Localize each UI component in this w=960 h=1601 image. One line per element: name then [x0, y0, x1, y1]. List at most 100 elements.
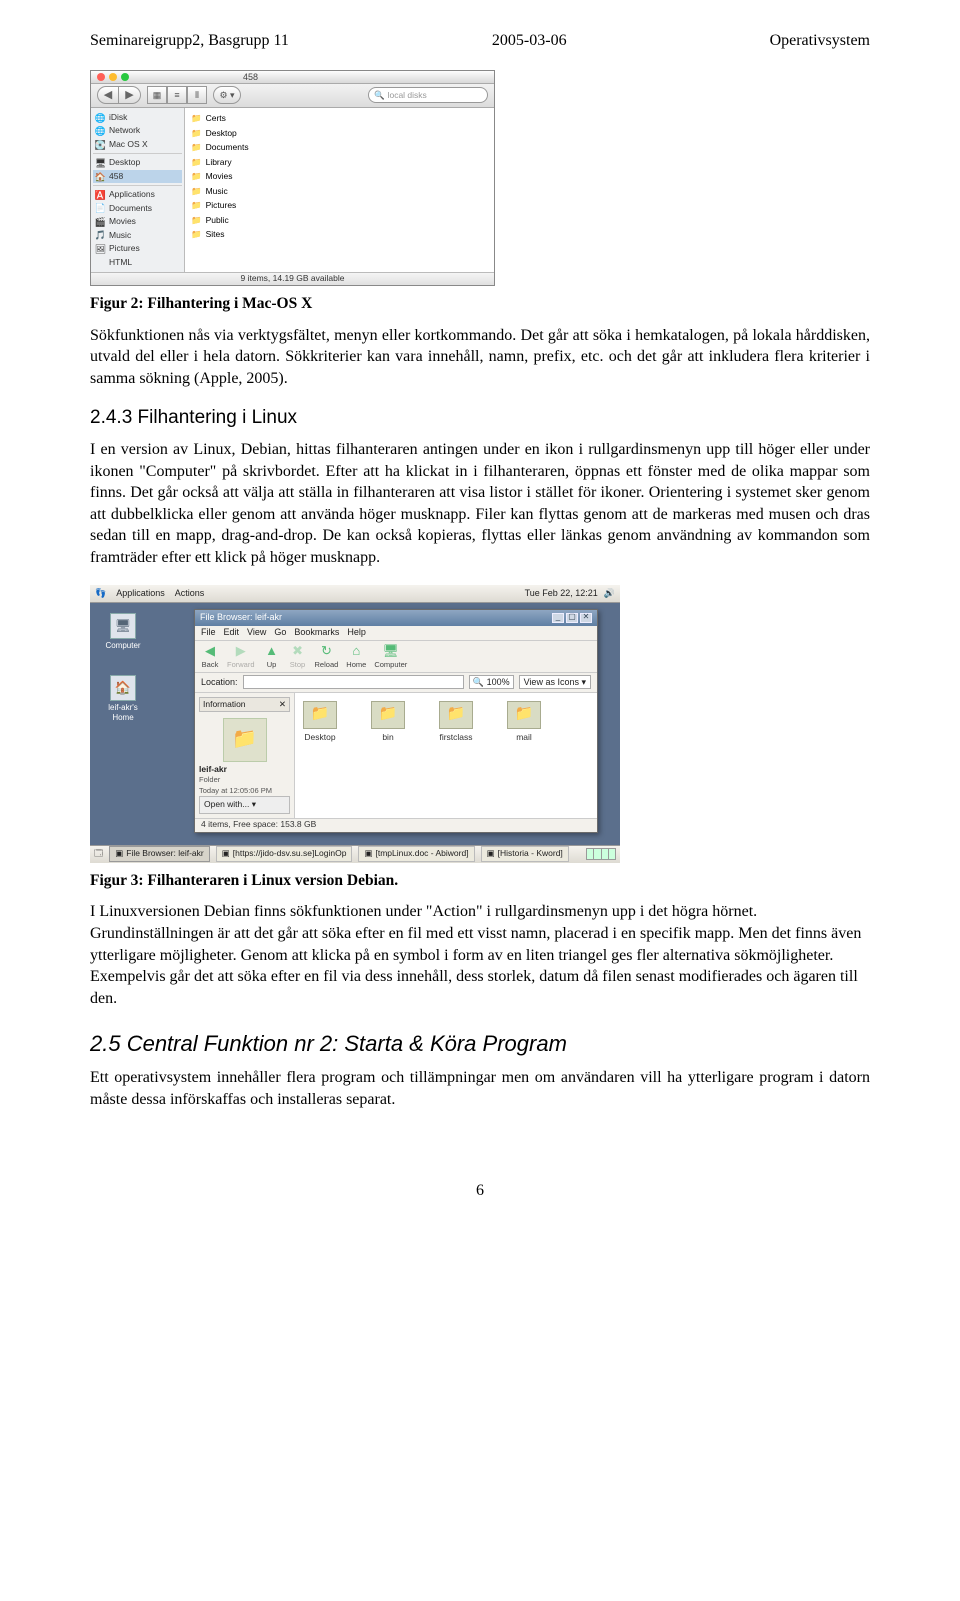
nautilus-statusbar: 4 items, Free space: 153.8 GB	[195, 818, 597, 832]
sidebar-icon: 🏠	[95, 171, 106, 182]
window-title: File Browser: leif-akr	[200, 611, 282, 623]
panel-menu-actions[interactable]: Actions	[175, 587, 205, 599]
folder-item-label: Public	[206, 215, 229, 226]
zoom-icon[interactable]	[121, 73, 129, 81]
forward-button[interactable]: ▶	[119, 86, 141, 104]
folder-item[interactable]: 📁Public	[191, 213, 488, 227]
file-item[interactable]: 📁mail	[507, 701, 541, 743]
action-menu[interactable]: ⚙ ▾	[213, 86, 241, 104]
sidebar-icon: 🌐	[95, 126, 106, 137]
figure-mac-finder: 458 ◀ ▶ ▦ ≡ ⫴ ⚙ ▾ 🔍 local disks 🌐iDisk🌐N…	[90, 70, 495, 286]
sidebar-item[interactable]: HTML	[93, 256, 182, 269]
sidepane-tab[interactable]: Information✕	[199, 697, 290, 712]
close-icon[interactable]	[97, 73, 105, 81]
folder-item[interactable]: 📁 Pictures	[191, 199, 488, 213]
volume-icon[interactable]: 🔊	[604, 587, 615, 599]
sidebar-item-label: HTML	[109, 257, 132, 268]
folder-item-label: Pictures	[206, 200, 237, 211]
folder-item[interactable]: 📁Movies	[191, 170, 488, 184]
folder-icon: 📁	[223, 718, 267, 762]
taskbar-entry[interactable]: ▣[tmpLinux.doc - Abiword]	[358, 846, 474, 861]
sidebar-item[interactable]: 🖥Desktop	[93, 156, 182, 169]
folder-icon: 📁	[191, 113, 202, 124]
sidebar-item[interactable]: 💽Mac OS X	[93, 138, 182, 151]
nautilus-iconview: 📁Desktop📁bin📁firstclass📁mail	[295, 693, 597, 818]
file-item[interactable]: 📁Desktop	[303, 701, 337, 743]
toolbar-button-back[interactable]: ◀Back	[201, 641, 219, 670]
folder-item[interactable]: 📁Sites	[191, 228, 488, 242]
view-cols-icon[interactable]: ⫴	[187, 86, 207, 104]
toolbar-button-home[interactable]: ⌂Home	[346, 641, 366, 670]
view-icons-icon[interactable]: ▦	[147, 86, 167, 104]
mac-toolbar: ◀ ▶ ▦ ≡ ⫴ ⚙ ▾ 🔍 local disks	[91, 84, 494, 108]
menu-item[interactable]: Help	[347, 626, 366, 638]
toolbar-button-label: Computer	[374, 660, 407, 670]
sidebar-item-label: iDisk	[109, 112, 127, 123]
sidebar-icon	[95, 257, 106, 268]
file-item[interactable]: 📁firstclass	[439, 701, 473, 743]
toolbar-button-label: Reload	[315, 660, 339, 670]
sidebar-item[interactable]: 📄Documents	[93, 202, 182, 215]
window-icon: ▣	[487, 848, 495, 859]
sidebar-icon: 💽	[95, 139, 106, 150]
folder-item[interactable]: 📁Documents	[191, 141, 488, 155]
desktop-icon-home[interactable]: 🏠 leif-akr's Home	[98, 675, 148, 725]
folder-item-label: Movies	[206, 171, 233, 182]
menu-item[interactable]: Bookmarks	[294, 626, 339, 638]
menu-item[interactable]: Go	[274, 626, 286, 638]
view-list-icon[interactable]: ≡	[167, 86, 187, 104]
panel-menu-applications[interactable]: Applications	[116, 587, 165, 599]
minimize-icon[interactable]	[109, 73, 117, 81]
folder-icon: 📁	[303, 701, 337, 729]
view-segmented[interactable]: ▦ ≡ ⫴	[147, 86, 207, 104]
show-desktop-icon[interactable]: 🗔	[94, 848, 103, 859]
search-input[interactable]: 🔍 local disks	[368, 87, 488, 103]
desktop-icon-label: leif-akr's Home	[98, 703, 148, 725]
folder-item[interactable]: 📁Desktop	[191, 126, 488, 140]
folder-icon: 📁	[191, 200, 202, 211]
sidebar-item[interactable]: 🖼Pictures	[93, 242, 182, 255]
folder-item[interactable]: 📁Library	[191, 155, 488, 169]
menu-item[interactable]: Edit	[224, 626, 240, 638]
taskbar-entry-label: [tmpLinux.doc - Abiword]	[376, 848, 469, 859]
folder-item[interactable]: 📁Certs	[191, 112, 488, 126]
minimize-button[interactable]: _	[552, 613, 564, 623]
menu-item[interactable]: File	[201, 626, 216, 638]
folder-item-label: Desktop	[206, 128, 237, 139]
nautilus-sidepane: Information✕ 📁 leif-akr Folder Today at …	[195, 693, 295, 818]
window-title: 458	[243, 71, 258, 83]
taskbar-entry[interactable]: ▣[https://jido-dsv.su.se]LoginOp	[216, 846, 353, 861]
toolbar-button-up[interactable]: ▲Up	[263, 641, 281, 670]
back-button[interactable]: ◀	[97, 86, 119, 104]
desktop-icon-computer[interactable]: 🖥 Computer	[98, 613, 148, 652]
sidebar-item[interactable]: 🎬Movies	[93, 215, 182, 228]
zoom-control[interactable]: 🔍 100%	[469, 675, 514, 689]
maximize-button[interactable]: ▢	[566, 613, 578, 623]
view-mode-select[interactable]: View as Icons ▾	[519, 675, 591, 689]
taskbar-entry[interactable]: ▣File Browser: leif-akr	[109, 846, 210, 861]
nautilus-titlebar: File Browser: leif-akr _ ▢ ✕	[195, 610, 597, 626]
reload-icon: ↻	[317, 641, 335, 659]
toolbar-button-computer[interactable]: 🖥Computer	[374, 641, 407, 670]
toolbar-button-reload[interactable]: ↻Reload	[315, 641, 339, 670]
sidebar-item[interactable]: 🏠458	[93, 170, 182, 183]
foot-icon[interactable]: 👣	[95, 587, 106, 599]
header-left: Seminareigrupp2, Basgrupp 11	[90, 30, 289, 52]
menu-item[interactable]: View	[247, 626, 266, 638]
sidebar-item[interactable]: 🌐iDisk	[93, 111, 182, 124]
folder-item-label: Sites	[206, 229, 225, 240]
open-with-button[interactable]: Open with... ▾	[199, 796, 290, 813]
file-item[interactable]: 📁bin	[371, 701, 405, 743]
folder-item[interactable]: 📁Music	[191, 184, 488, 198]
close-button[interactable]: ✕	[580, 613, 592, 623]
sidebar-item[interactable]: 🅰️Applications	[93, 188, 182, 201]
workspace-switcher[interactable]	[586, 848, 616, 860]
location-input[interactable]	[243, 675, 464, 689]
file-item-label: bin	[382, 732, 393, 743]
sidebar-item[interactable]: 🌐Network	[93, 124, 182, 137]
sidebar-item[interactable]: 🎵Music	[93, 229, 182, 242]
sidebar-item-label: Mac OS X	[109, 139, 148, 150]
close-icon[interactable]: ✕	[279, 699, 286, 710]
folder-icon: 📁	[507, 701, 541, 729]
taskbar-entry[interactable]: ▣[Historia - Kword]	[481, 846, 569, 861]
